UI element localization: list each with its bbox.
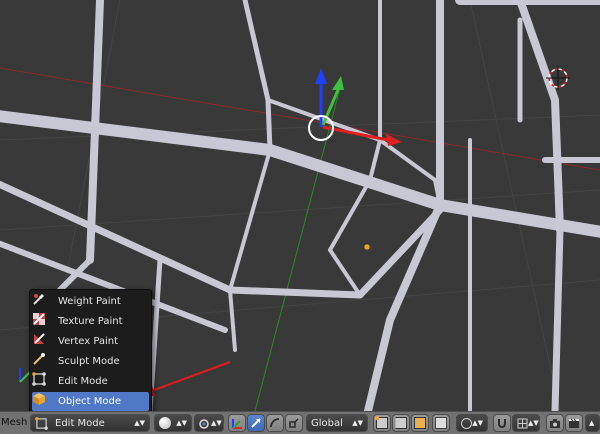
proportional-editing-icon (461, 417, 472, 429)
header-overflow-dropdown[interactable]: ▲ (585, 414, 600, 432)
vertex-select-icon (375, 416, 388, 429)
viewport-shading-dropdown[interactable]: ▲▼ (154, 414, 192, 432)
pivot-point-icon (198, 417, 211, 430)
vertex-select-button[interactable] (373, 414, 391, 432)
cube-icon (435, 417, 447, 429)
texture-paint-icon (33, 313, 50, 329)
vertex-paint-icon (34, 333, 50, 349)
snap-element-dropdown[interactable]: ▲▼ (512, 414, 540, 432)
face-select-button[interactable] (411, 414, 429, 432)
mode-selector-dropdown[interactable]: Edit Mode ▲▼ (30, 414, 150, 432)
menu-item-label: Texture Paint (58, 316, 123, 327)
dropdown-caret-icon: ▲▼ (352, 419, 363, 427)
menu-item-sculpt-mode[interactable]: Sculpt Mode (32, 352, 149, 371)
manipulator-toggle[interactable] (228, 414, 246, 432)
clapperboard-icon (568, 417, 580, 429)
menu-item-label: Sculpt Mode (58, 356, 120, 367)
menu-item-texture-paint[interactable]: Texture Paint (32, 312, 149, 331)
interaction-mode-menu: Weight Paint Texture Paint Vertex Paint … (29, 289, 152, 411)
opengl-render-animation-button[interactable] (565, 414, 583, 432)
scale-icon (288, 417, 300, 429)
edge-select-button[interactable] (392, 414, 410, 432)
transform-orientation-value: Global (311, 417, 343, 429)
menu-item-label: Object Mode (58, 396, 121, 407)
scale-manipulator-button[interactable] (285, 414, 303, 432)
menu-item-label: Weight Paint (58, 296, 121, 307)
opengl-render-image-button[interactable] (546, 414, 564, 432)
menu-item-label: Edit Mode (58, 376, 108, 387)
edit-mode-icon (35, 416, 49, 430)
weight-paint-icon (33, 294, 50, 309)
menu-item-edit-mode[interactable]: Edit Mode (32, 372, 149, 391)
face-select-icon (414, 417, 426, 429)
object-origin (363, 243, 371, 251)
dropdown-caret-icon: ▲▼ (176, 419, 187, 427)
dropdown-caret-icon: ▲▼ (134, 419, 145, 427)
viewport-header: Mesh Edit Mode ▲▼ ▲▼ ▲▼ Global ▲▼ ▲▼ ▲▼ … (0, 411, 600, 434)
snap-toggle-button[interactable] (493, 414, 511, 432)
proportional-editing-dropdown[interactable]: ▲▼ (456, 414, 488, 432)
mesh-menu[interactable]: Mesh (1, 417, 27, 428)
object-mode-cube-icon (33, 393, 50, 409)
camera-icon (549, 417, 561, 429)
transform-orientation-dropdown[interactable]: Global ▲▼ (306, 414, 368, 432)
3d-viewport[interactable]: Weight Paint Texture Paint Vertex Paint … (0, 0, 600, 411)
limit-selection-visible-button[interactable] (432, 414, 450, 432)
pivot-point-dropdown[interactable]: ▲▼ (194, 414, 224, 432)
snap-increment-icon (517, 418, 528, 429)
edit-mode-icon (32, 372, 50, 389)
menu-item-weight-paint[interactable]: Weight Paint (32, 292, 149, 311)
mode-selector-value: Edit Mode (55, 417, 105, 429)
translate-arrow-icon (250, 417, 262, 429)
menu-item-object-mode[interactable]: Object Mode (32, 392, 149, 411)
sculpt-brush-icon (33, 353, 50, 369)
rotate-manipulator-button[interactable] (266, 414, 284, 432)
manipulator-axes-icon (231, 417, 244, 430)
dropdown-caret-icon: ▲▼ (472, 419, 483, 427)
menu-item-label: Vertex Paint (58, 336, 119, 347)
dropdown-caret-icon: ▲▼ (211, 419, 222, 427)
menu-item-vertex-paint[interactable]: Vertex Paint (32, 332, 149, 351)
edge-select-icon (395, 417, 407, 429)
translate-manipulator-button[interactable] (247, 414, 265, 432)
dropdown-caret-icon: ▲ (589, 419, 595, 427)
solid-shading-icon (159, 417, 171, 429)
rotate-arc-icon (269, 417, 281, 429)
dropdown-caret-icon: ▲▼ (528, 419, 539, 427)
magnet-icon (496, 417, 508, 429)
